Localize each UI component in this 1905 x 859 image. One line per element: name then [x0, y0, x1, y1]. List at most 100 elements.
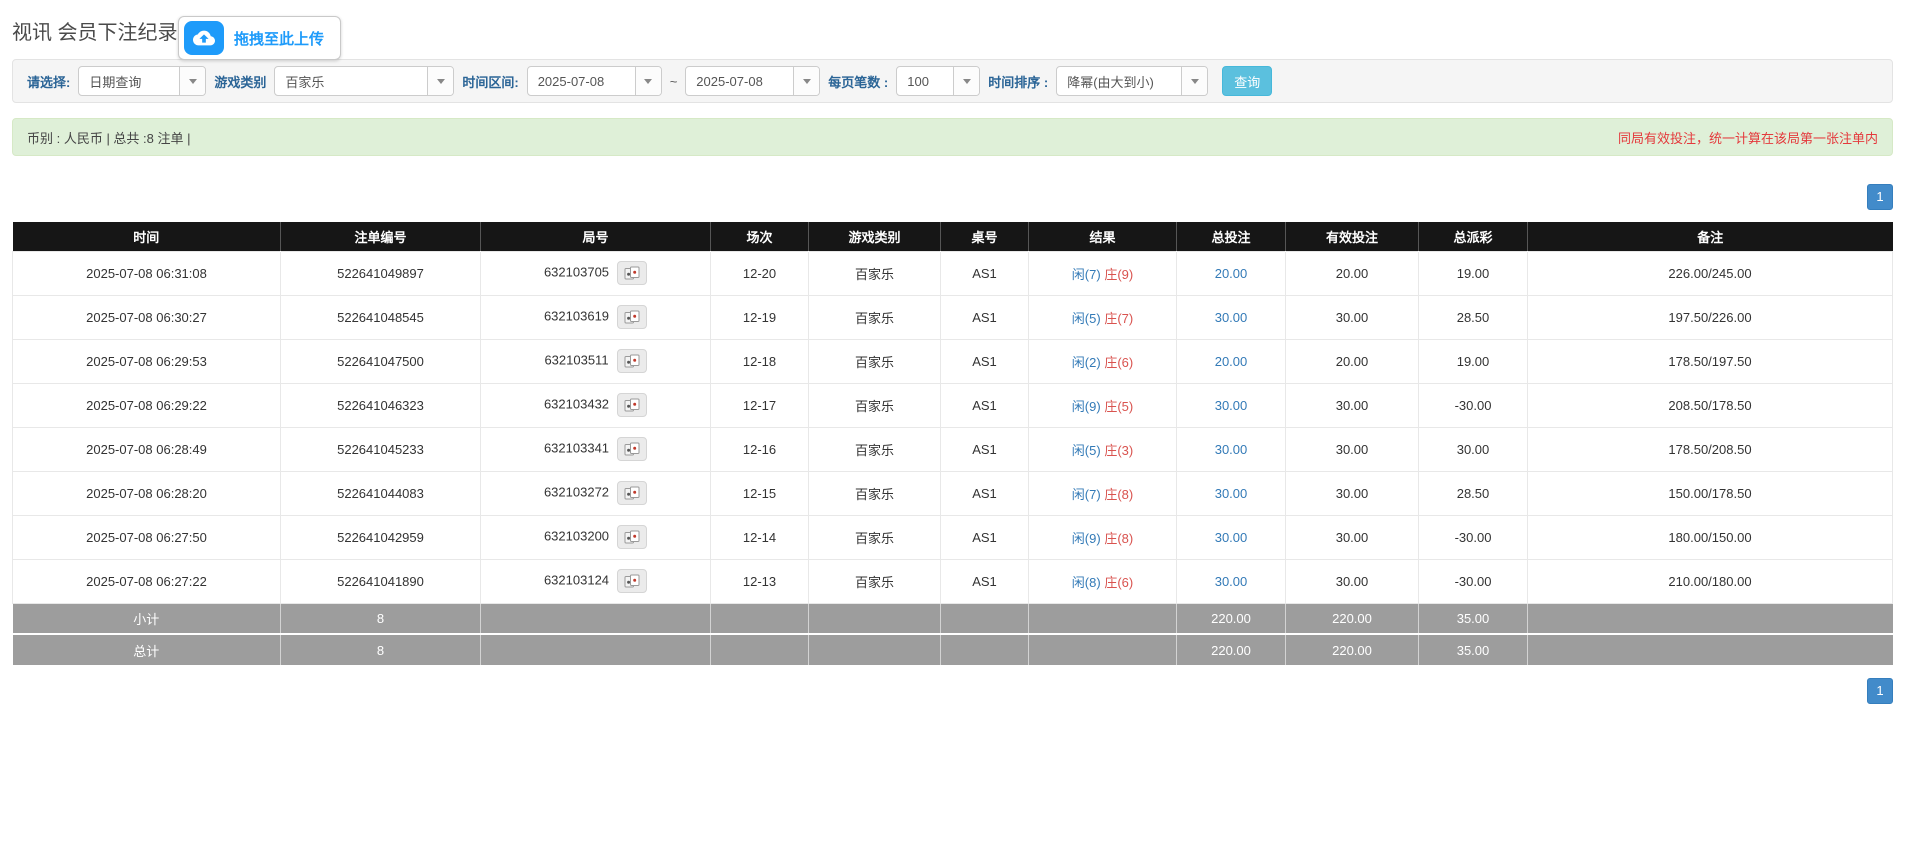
- grand-total-empty: [941, 634, 1029, 665]
- subtotal-row: 小计 8 220.00 220.00 35.00: [13, 603, 1893, 634]
- total-bet-link[interactable]: 20.00: [1215, 354, 1248, 369]
- chevron-down-icon[interactable]: [635, 67, 661, 95]
- chevron-down-icon[interactable]: [953, 67, 979, 95]
- subtotal-empty: [941, 603, 1029, 634]
- column-header-round-id: 局号: [481, 222, 711, 251]
- chevron-down-icon[interactable]: [793, 67, 819, 95]
- time-cell: 2025-07-08 06:28:20: [13, 471, 281, 515]
- column-header-remark: 备注: [1528, 222, 1893, 251]
- valid-bet-cell: 20.00: [1286, 251, 1419, 295]
- valid-bet-cell: 30.00: [1286, 383, 1419, 427]
- grand-total-empty: [1528, 634, 1893, 665]
- page-size-label: 每页笔数 :: [828, 72, 888, 91]
- chevron-down-icon[interactable]: [179, 67, 205, 95]
- view-cards-button[interactable]: [617, 525, 647, 549]
- date-to-value: 2025-07-08: [686, 67, 793, 95]
- table-no-cell: AS1: [941, 251, 1029, 295]
- session-cell: 12-19: [711, 295, 809, 339]
- remark-cell: 208.50/178.50: [1528, 383, 1893, 427]
- game-type-cell: 百家乐: [809, 251, 941, 295]
- round-id-cell: 632103124: [481, 559, 711, 603]
- player-result: 闲(5): [1072, 311, 1101, 326]
- subtotal-payout: 35.00: [1419, 603, 1528, 634]
- player-result: 闲(2): [1072, 355, 1101, 370]
- payout-cell: -30.00: [1419, 515, 1528, 559]
- player-result: 闲(7): [1072, 267, 1101, 282]
- pagination-top: 1: [12, 184, 1893, 210]
- total-bet-link[interactable]: 30.00: [1215, 530, 1248, 545]
- game-type-dropdown[interactable]: 百家乐: [274, 66, 454, 96]
- view-cards-button[interactable]: [617, 569, 647, 593]
- view-cards-button[interactable]: [617, 349, 647, 373]
- total-bet-link[interactable]: 20.00: [1215, 266, 1248, 281]
- remark-cell: 150.00/178.50: [1528, 471, 1893, 515]
- view-cards-button[interactable]: [617, 437, 647, 461]
- total-bet-cell: 30.00: [1177, 559, 1286, 603]
- upload-label: 拖拽至此上传: [234, 28, 324, 49]
- result-cell: 闲(5) 庄(3): [1029, 427, 1177, 471]
- filter-bar: 请选择: 日期查询 游戏类别 百家乐 时间区间: 2025-07-08 ~ 20…: [12, 59, 1893, 103]
- table-body: 2025-07-08 06:31:08522641049897632103705…: [13, 251, 1893, 603]
- column-header-bet-id: 注单编号: [281, 222, 481, 251]
- query-type-dropdown[interactable]: 日期查询: [78, 66, 206, 96]
- table-row: 2025-07-08 06:29:53522641047500632103511…: [13, 339, 1893, 383]
- player-result: 闲(8): [1072, 575, 1101, 590]
- time-cell: 2025-07-08 06:29:22: [13, 383, 281, 427]
- valid-bet-cell: 30.00: [1286, 295, 1419, 339]
- cards-icon: [624, 486, 640, 500]
- banker-result: 庄(6): [1104, 575, 1133, 590]
- time-cell: 2025-07-08 06:27:22: [13, 559, 281, 603]
- bet-id-cell: 522641042959: [281, 515, 481, 559]
- page: 视讯 会员下注纪录 拖拽至此上传 请选择: 日期查询 游戏类别 百家乐 时间区间…: [0, 0, 1905, 734]
- page-1-button[interactable]: 1: [1867, 184, 1893, 210]
- grand-total-label: 总计: [13, 634, 281, 665]
- payout-cell: 28.50: [1419, 471, 1528, 515]
- view-cards-button[interactable]: [617, 261, 647, 285]
- session-cell: 12-16: [711, 427, 809, 471]
- column-header-game-type: 游戏类别: [809, 222, 941, 251]
- total-bet-link[interactable]: 30.00: [1215, 398, 1248, 413]
- view-cards-button[interactable]: [617, 393, 647, 417]
- cards-icon: [624, 530, 640, 544]
- column-header-payout: 总派彩: [1419, 222, 1528, 251]
- chevron-down-icon[interactable]: [1181, 67, 1207, 95]
- banker-result: 庄(3): [1104, 443, 1133, 458]
- round-id: 632103200: [544, 528, 609, 543]
- total-bet-link[interactable]: 30.00: [1215, 486, 1248, 501]
- date-from-dropdown[interactable]: 2025-07-08: [527, 66, 662, 96]
- total-bet-link[interactable]: 30.00: [1215, 310, 1248, 325]
- total-bet-link[interactable]: 30.00: [1215, 574, 1248, 589]
- column-header-table-no: 桌号: [941, 222, 1029, 251]
- table-row: 2025-07-08 06:28:20522641044083632103272…: [13, 471, 1893, 515]
- chevron-down-icon[interactable]: [427, 67, 453, 95]
- bet-id-cell: 522641047500: [281, 339, 481, 383]
- grand-total-total-bet: 220.00: [1177, 634, 1286, 665]
- game-type-cell: 百家乐: [809, 427, 941, 471]
- bet-id-cell: 522641045233: [281, 427, 481, 471]
- grand-total-row: 总计 8 220.00 220.00 35.00: [13, 634, 1893, 665]
- subtotal-count: 8: [281, 603, 481, 634]
- table-no-cell: AS1: [941, 295, 1029, 339]
- page-1-button[interactable]: 1: [1867, 678, 1893, 704]
- banker-result: 庄(5): [1104, 399, 1133, 414]
- total-bet-link[interactable]: 30.00: [1215, 442, 1248, 457]
- session-cell: 12-13: [711, 559, 809, 603]
- table-no-cell: AS1: [941, 427, 1029, 471]
- date-to-dropdown[interactable]: 2025-07-08: [685, 66, 820, 96]
- column-header-total-bet: 总投注: [1177, 222, 1286, 251]
- upload-dropzone[interactable]: 拖拽至此上传: [178, 16, 341, 60]
- round-id: 632103511: [544, 352, 608, 367]
- round-id-cell: 632103432: [481, 383, 711, 427]
- player-result: 闲(5): [1072, 443, 1101, 458]
- page-size-dropdown[interactable]: 100: [896, 66, 980, 96]
- banker-result: 庄(8): [1104, 531, 1133, 546]
- table-no-cell: AS1: [941, 339, 1029, 383]
- view-cards-button[interactable]: [617, 305, 647, 329]
- pagination-bottom: 1: [12, 678, 1893, 704]
- search-button[interactable]: 查询: [1222, 66, 1272, 96]
- view-cards-button[interactable]: [617, 481, 647, 505]
- sort-order-dropdown[interactable]: 降幂(由大到小): [1056, 66, 1208, 96]
- result-cell: 闲(7) 庄(8): [1029, 471, 1177, 515]
- table-no-cell: AS1: [941, 515, 1029, 559]
- grand-total-empty: [481, 634, 711, 665]
